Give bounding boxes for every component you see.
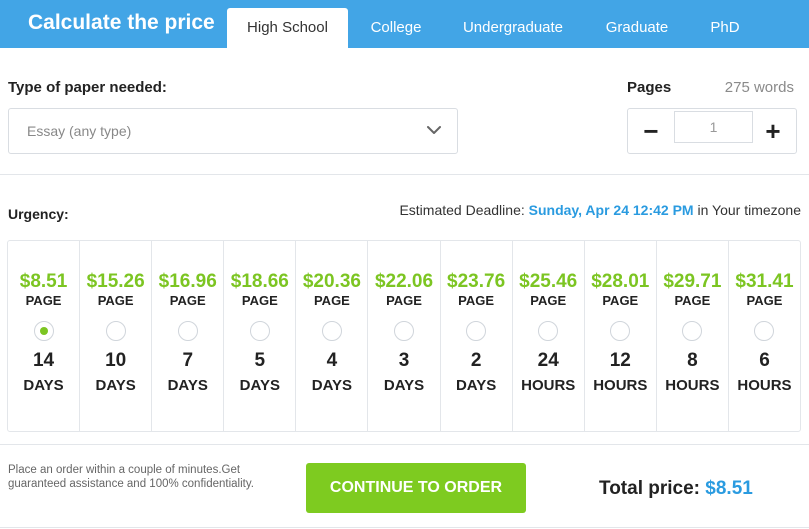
option-radio[interactable]: [754, 321, 775, 341]
option-amount: 10: [105, 350, 127, 371]
per-page-label: PAGE: [97, 293, 134, 308]
option-unit: HOURS: [737, 377, 792, 394]
divider: [0, 527, 809, 528]
option-amount: 12: [609, 350, 631, 371]
estimated-deadline: Estimated Deadline: Sunday, Apr 24 12:42…: [399, 202, 801, 218]
divider: [0, 174, 809, 175]
option-price: $15.26: [86, 271, 145, 292]
urgency-option-10-days[interactable]: $15.26 PAGE 10 DAYS: [80, 241, 153, 431]
option-unit: HOURS: [593, 377, 648, 394]
total-price-value: $8.51: [705, 478, 753, 499]
urgency-option-8-hours[interactable]: $29.71 PAGE 8 HOURS: [657, 241, 729, 431]
option-radio[interactable]: [610, 321, 631, 341]
option-amount: 3: [398, 350, 410, 371]
option-amount: 4: [326, 350, 338, 371]
word-count: 275 words: [724, 79, 794, 96]
option-radio[interactable]: [538, 321, 559, 341]
tab-undergraduate[interactable]: Undergraduate: [449, 8, 577, 48]
option-unit: DAYS: [95, 377, 136, 394]
option-price: $20.36: [302, 271, 361, 292]
urgency-option-6-hours[interactable]: $31.41 PAGE 6 HOURS: [729, 241, 800, 431]
per-page-label: PAGE: [602, 293, 639, 308]
option-radio[interactable]: [394, 321, 415, 341]
urgency-option-5-days[interactable]: $18.66 PAGE 5 DAYS: [224, 241, 297, 431]
continue-to-order-button[interactable]: CONTINUE TO ORDER: [306, 463, 526, 513]
deadline-date: Sunday, Apr 24 12:42 PM: [528, 202, 694, 218]
option-price: $23.76: [447, 271, 506, 292]
paper-type-label: Type of paper needed:: [8, 79, 167, 96]
header-bar: Calculate the price High School College …: [0, 0, 809, 48]
option-unit: DAYS: [23, 377, 64, 394]
per-page-label: PAGE: [746, 293, 783, 308]
urgency-option-24-hours[interactable]: $25.46 PAGE 24 HOURS: [513, 241, 585, 431]
paper-type-select[interactable]: Essay (any type): [8, 108, 458, 154]
urgency-options: $8.51 PAGE 14 DAYS $15.26 PAGE 10 DAYS $…: [7, 240, 801, 432]
option-price: $28.01: [591, 271, 650, 292]
total-price: Total price: $8.51: [599, 478, 753, 500]
urgency-option-3-days[interactable]: $22.06 PAGE 3 DAYS: [368, 241, 441, 431]
urgency-option-2-days[interactable]: $23.76 PAGE 2 DAYS: [441, 241, 513, 431]
option-amount: 14: [32, 350, 55, 371]
option-amount: 24: [537, 350, 559, 371]
chevron-down-icon: [427, 126, 441, 134]
per-page-label: PAGE: [530, 293, 567, 308]
option-unit: HOURS: [521, 377, 576, 394]
per-page-label: PAGE: [241, 293, 278, 308]
option-unit: DAYS: [455, 377, 497, 394]
option-radio[interactable]: [249, 321, 270, 341]
option-radio[interactable]: [105, 321, 126, 341]
tab-college[interactable]: College: [356, 8, 436, 48]
pages-label: Pages: [627, 79, 672, 96]
urgency-option-14-days[interactable]: $8.51 PAGE 14 DAYS: [8, 241, 81, 431]
per-page-label: PAGE: [674, 293, 711, 308]
option-unit: DAYS: [383, 377, 425, 394]
increment-button[interactable]: +: [750, 109, 796, 153]
paper-type-value: Essay (any type): [27, 123, 132, 139]
deadline-suffix: in Your timezone: [693, 202, 801, 218]
tab-graduate[interactable]: Graduate: [592, 8, 682, 48]
option-unit: HOURS: [665, 377, 720, 394]
option-radio[interactable]: [33, 321, 54, 341]
option-unit: DAYS: [239, 377, 280, 394]
per-page-label: PAGE: [313, 293, 350, 308]
option-price: $29.71: [663, 271, 722, 292]
urgency-option-7-days[interactable]: $16.96 PAGE 7 DAYS: [152, 241, 225, 431]
option-radio[interactable]: [682, 321, 703, 341]
pages-input[interactable]: [674, 111, 753, 143]
option-unit: DAYS: [167, 377, 208, 394]
page-title: Calculate the price: [28, 11, 215, 34]
urgency-option-4-days[interactable]: $20.36 PAGE 4 DAYS: [296, 241, 369, 431]
option-price: $16.96: [158, 271, 217, 292]
divider: [0, 444, 809, 445]
option-unit: DAYS: [311, 377, 353, 394]
urgency-label: Urgency:: [8, 206, 69, 222]
per-page-label: PAGE: [458, 293, 495, 308]
option-price: $18.66: [230, 271, 289, 292]
pages-stepper: − +: [627, 108, 797, 154]
assurance-note: Place an order within a couple of minute…: [8, 464, 254, 490]
urgency-option-12-hours[interactable]: $28.01 PAGE 12 HOURS: [585, 241, 657, 431]
option-amount: 7: [182, 350, 194, 371]
option-amount: 6: [759, 350, 770, 371]
tab-high-school[interactable]: High School: [227, 8, 348, 48]
option-radio[interactable]: [321, 321, 342, 341]
option-price: $25.46: [519, 271, 578, 292]
per-page-label: PAGE: [169, 293, 206, 308]
option-radio[interactable]: [177, 321, 198, 341]
option-price: $31.41: [735, 271, 794, 292]
deadline-prefix: Estimated Deadline:: [399, 202, 525, 218]
option-radio[interactable]: [466, 321, 487, 341]
option-price: $22.06: [374, 271, 434, 292]
option-price: $8.51: [19, 271, 68, 292]
tab-phd[interactable]: PhD: [696, 8, 754, 48]
decrement-button[interactable]: −: [628, 109, 674, 153]
total-price-label: Total price:: [599, 478, 700, 499]
per-page-label: PAGE: [25, 293, 62, 308]
option-amount: 2: [470, 350, 482, 371]
per-page-label: PAGE: [386, 293, 422, 308]
option-amount: 5: [254, 350, 266, 371]
option-amount: 8: [687, 350, 698, 371]
